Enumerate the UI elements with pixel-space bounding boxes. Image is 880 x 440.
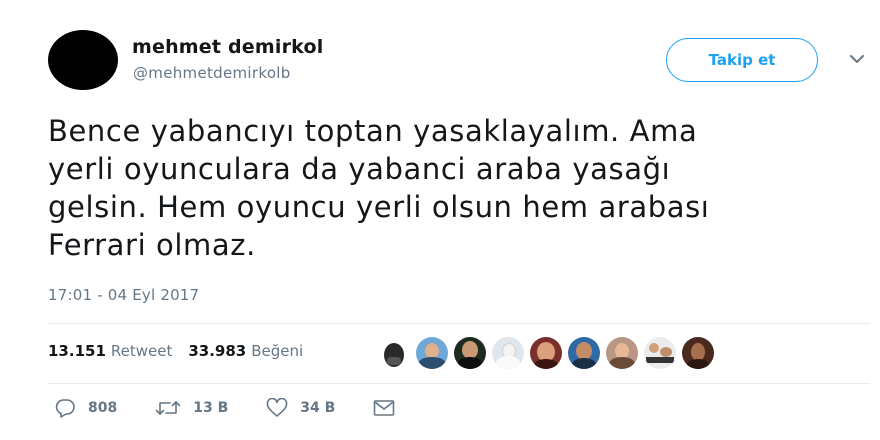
retweet-stat[interactable]: 13.151 Retweet <box>48 342 172 360</box>
tweet-actions: 808 13 B 34 B <box>54 398 445 418</box>
divider <box>48 383 870 384</box>
liker-avatar[interactable] <box>492 337 524 369</box>
direct-message-button[interactable] <box>373 399 407 417</box>
like-count: 33.983 <box>188 342 247 360</box>
retweet-count: 13.151 <box>48 342 106 360</box>
tweet-line: gelsin. Hem oyuncu yerli olsun hem araba… <box>48 190 710 224</box>
reply-button[interactable]: 808 <box>54 398 117 418</box>
liker-avatar[interactable] <box>378 337 410 369</box>
liker-avatar[interactable] <box>454 337 486 369</box>
retweet-label: Retweet <box>110 342 173 360</box>
liker-avatar[interactable] <box>644 337 676 369</box>
liker-avatar[interactable] <box>416 337 448 369</box>
mail-icon <box>373 400 395 416</box>
tweet-line: yerli oyunculara da yabanci araba yasağı <box>48 152 671 186</box>
like-count-short: 34 B <box>300 400 336 416</box>
user-handle[interactable]: @mehmetdemirkolb <box>133 64 291 82</box>
tweet-text: Bence yabancıyı toptan yasaklayalım. Ama… <box>48 112 848 264</box>
like-button[interactable]: 34 B <box>266 398 335 418</box>
liker-avatar[interactable] <box>530 337 562 369</box>
liker-avatar[interactable] <box>606 337 638 369</box>
reply-icon <box>55 399 75 418</box>
user-name[interactable]: mehmet demirkol <box>132 36 323 58</box>
reply-count: 808 <box>88 400 118 416</box>
heart-icon <box>266 398 288 417</box>
tweet-timestamp[interactable]: 17:01 - 04 Eyl 2017 <box>48 286 199 304</box>
liker-avatars <box>378 337 714 369</box>
engagement-stats: 13.151 Retweet 33.983 Beğeni <box>48 342 303 360</box>
liker-avatar[interactable] <box>682 337 714 369</box>
retweet-button[interactable]: 13 B <box>155 398 228 418</box>
chevron-down-icon[interactable] <box>848 52 866 66</box>
profile-avatar[interactable] <box>48 30 118 90</box>
retweet-count-short: 13 B <box>193 400 229 416</box>
tweet-line: Bence yabancıyı toptan yasaklayalım. Ama <box>48 114 698 148</box>
retweet-icon <box>155 401 181 415</box>
like-label: Beğeni <box>251 342 304 360</box>
tweet-line: Ferrari olmaz. <box>48 228 256 262</box>
liker-avatar[interactable] <box>568 337 600 369</box>
like-stat[interactable]: 33.983 Beğeni <box>188 342 303 360</box>
follow-button[interactable]: Takip et <box>666 38 818 82</box>
divider <box>48 323 870 324</box>
